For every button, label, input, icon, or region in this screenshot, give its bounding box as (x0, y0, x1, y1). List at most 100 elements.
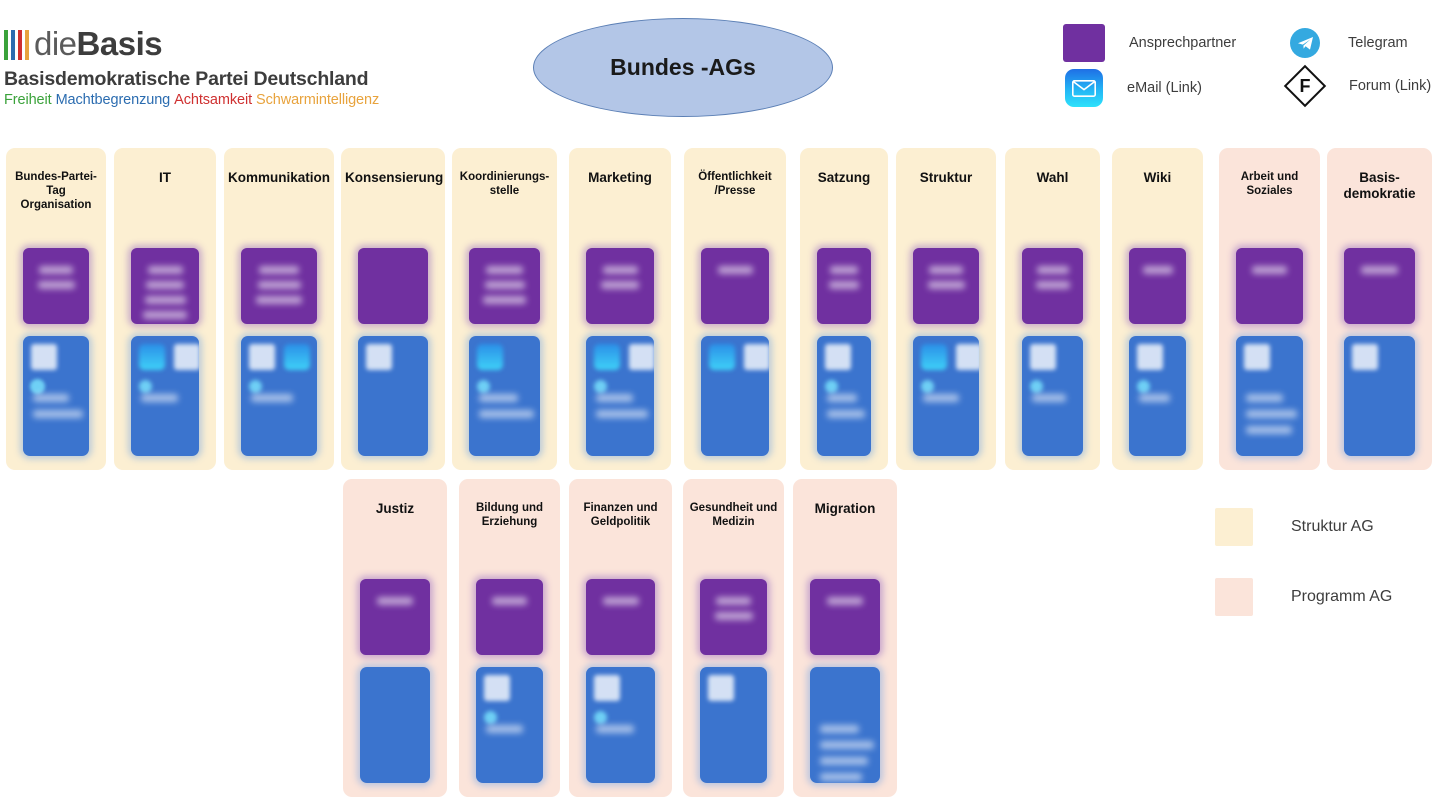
ansprechpartner-box[interactable] (701, 248, 769, 324)
kontakt-links-box[interactable] (1236, 336, 1303, 456)
kontakt-links-box[interactable] (586, 336, 654, 456)
kontakt-links-box[interactable] (476, 667, 543, 783)
kontakt-links-box[interactable] (358, 336, 428, 456)
ag-column[interactable]: Arbeit und Soziales (1219, 148, 1320, 470)
legend-label: Ansprechpartner (1129, 35, 1237, 51)
ag-column[interactable]: Satzung (800, 148, 888, 470)
kontakt-links-box[interactable] (700, 667, 767, 783)
kontakt-links-box[interactable] (810, 667, 880, 783)
kontakt-links-box[interactable] (360, 667, 430, 783)
ansprechpartner-box[interactable] (476, 579, 543, 655)
ansprechpartner-box[interactable] (810, 579, 880, 655)
redacted-text-line (820, 773, 862, 781)
forum-icon[interactable] (825, 344, 851, 370)
ag-column[interactable]: Koordinierungs-stelle (452, 148, 557, 470)
ansprechpartner-box[interactable] (360, 579, 430, 655)
ag-column[interactable]: Justiz (343, 479, 447, 797)
ansprechpartner-box[interactable] (1344, 248, 1415, 324)
ag-column[interactable]: Basis-demokratie (1327, 148, 1432, 470)
ansprechpartner-box[interactable] (131, 248, 199, 324)
legend-item-telegram[interactable]: Telegram (1290, 28, 1408, 58)
ansprechpartner-box[interactable] (1022, 248, 1083, 324)
forum-icon[interactable] (956, 344, 979, 370)
telegram-icon[interactable] (594, 380, 607, 393)
kontakt-links-box[interactable] (131, 336, 199, 456)
kontakt-links-box[interactable] (469, 336, 540, 456)
ag-column-title: Wiki (1143, 170, 1172, 185)
ag-column[interactable]: Wiki (1112, 148, 1203, 470)
telegram-icon[interactable] (921, 380, 934, 393)
ag-column[interactable]: Gesundheit und Medizin (683, 479, 784, 797)
kontakt-links-box[interactable] (1022, 336, 1083, 456)
ag-column[interactable]: Bundes-Partei-Tag Organisation (6, 148, 106, 470)
ansprechpartner-box[interactable] (586, 248, 654, 324)
programm-ag-swatch-icon (1215, 578, 1253, 616)
ag-column[interactable]: Konsensierung (341, 148, 445, 470)
ansprechpartner-box[interactable] (241, 248, 317, 324)
telegram-icon[interactable] (139, 380, 152, 393)
ag-column[interactable]: Öffentlichkeit /Presse (684, 148, 786, 470)
telegram-icon[interactable] (825, 380, 838, 393)
mail-icon[interactable] (709, 344, 735, 370)
forum-icon[interactable] (1137, 344, 1163, 370)
ag-column[interactable]: Bildung und Erziehung (459, 479, 560, 797)
mail-icon[interactable] (477, 344, 503, 370)
mail-icon[interactable] (139, 344, 165, 370)
forum-icon[interactable] (366, 344, 392, 370)
ansprechpartner-box[interactable] (1236, 248, 1303, 324)
redacted-text-line (827, 597, 863, 605)
kontakt-links-box[interactable] (1129, 336, 1186, 456)
mail-icon[interactable] (284, 344, 310, 370)
ag-column[interactable]: Marketing (569, 148, 671, 470)
forum-icon[interactable] (249, 344, 275, 370)
ansprechpartner-box[interactable] (913, 248, 979, 324)
telegram-icon[interactable] (594, 711, 607, 724)
legend-item-ansprechpartner: Ansprechpartner (1063, 24, 1236, 62)
ansprechpartner-box[interactable] (586, 579, 655, 655)
forum-icon[interactable] (31, 344, 57, 370)
mail-icon[interactable] (594, 344, 620, 370)
telegram-icon[interactable] (249, 380, 262, 393)
forum-icon[interactable] (1352, 344, 1378, 370)
forum-icon[interactable] (1030, 344, 1056, 370)
telegram-icon (1290, 28, 1320, 58)
legend-item-forum[interactable]: F Forum (Link) (1283, 64, 1431, 108)
forum-icon[interactable] (484, 675, 510, 701)
redacted-text-line (251, 394, 293, 402)
telegram-icon[interactable] (477, 380, 490, 393)
kontakt-links-box[interactable] (701, 336, 769, 456)
kontakt-links-box[interactable] (586, 667, 655, 783)
forum-icon[interactable] (708, 675, 734, 701)
ansprechpartner-box[interactable] (817, 248, 871, 324)
ansprechpartner-box[interactable] (700, 579, 767, 655)
telegram-icon[interactable] (1137, 380, 1150, 393)
telegram-icon[interactable] (484, 711, 497, 724)
ag-column[interactable]: Wahl (1005, 148, 1100, 470)
kontakt-links-box[interactable] (1344, 336, 1415, 456)
forum-icon[interactable] (744, 344, 769, 370)
kontakt-links-box[interactable] (817, 336, 871, 456)
ansprechpartner-box[interactable] (469, 248, 540, 324)
ag-column[interactable]: Kommunikation (224, 148, 334, 470)
kontakt-links-box[interactable] (241, 336, 317, 456)
ag-column[interactable]: Struktur (896, 148, 996, 470)
kontakt-links-box[interactable] (23, 336, 89, 456)
ag-column-title: Struktur (919, 170, 973, 185)
ag-column[interactable]: Finanzen und Geldpolitik (569, 479, 672, 797)
forum-icon[interactable] (629, 344, 654, 370)
ansprechpartner-box[interactable] (1129, 248, 1186, 324)
forum-icon[interactable] (1244, 344, 1270, 370)
ansprechpartner-box[interactable] (358, 248, 428, 324)
ag-column[interactable]: Migration (793, 479, 897, 797)
forum-icon[interactable] (174, 344, 199, 370)
redacted-text-line (39, 266, 73, 274)
kontakt-links-box[interactable] (913, 336, 979, 456)
forum-icon[interactable] (594, 675, 620, 701)
ag-column[interactable]: IT (114, 148, 216, 470)
telegram-icon[interactable] (31, 380, 44, 393)
telegram-icon[interactable] (1030, 380, 1043, 393)
mail-icon[interactable] (921, 344, 947, 370)
legend-item-email[interactable]: eMail (Link) (1065, 69, 1202, 107)
ansprechpartner-box[interactable] (23, 248, 89, 324)
redacted-text-line (492, 597, 527, 605)
